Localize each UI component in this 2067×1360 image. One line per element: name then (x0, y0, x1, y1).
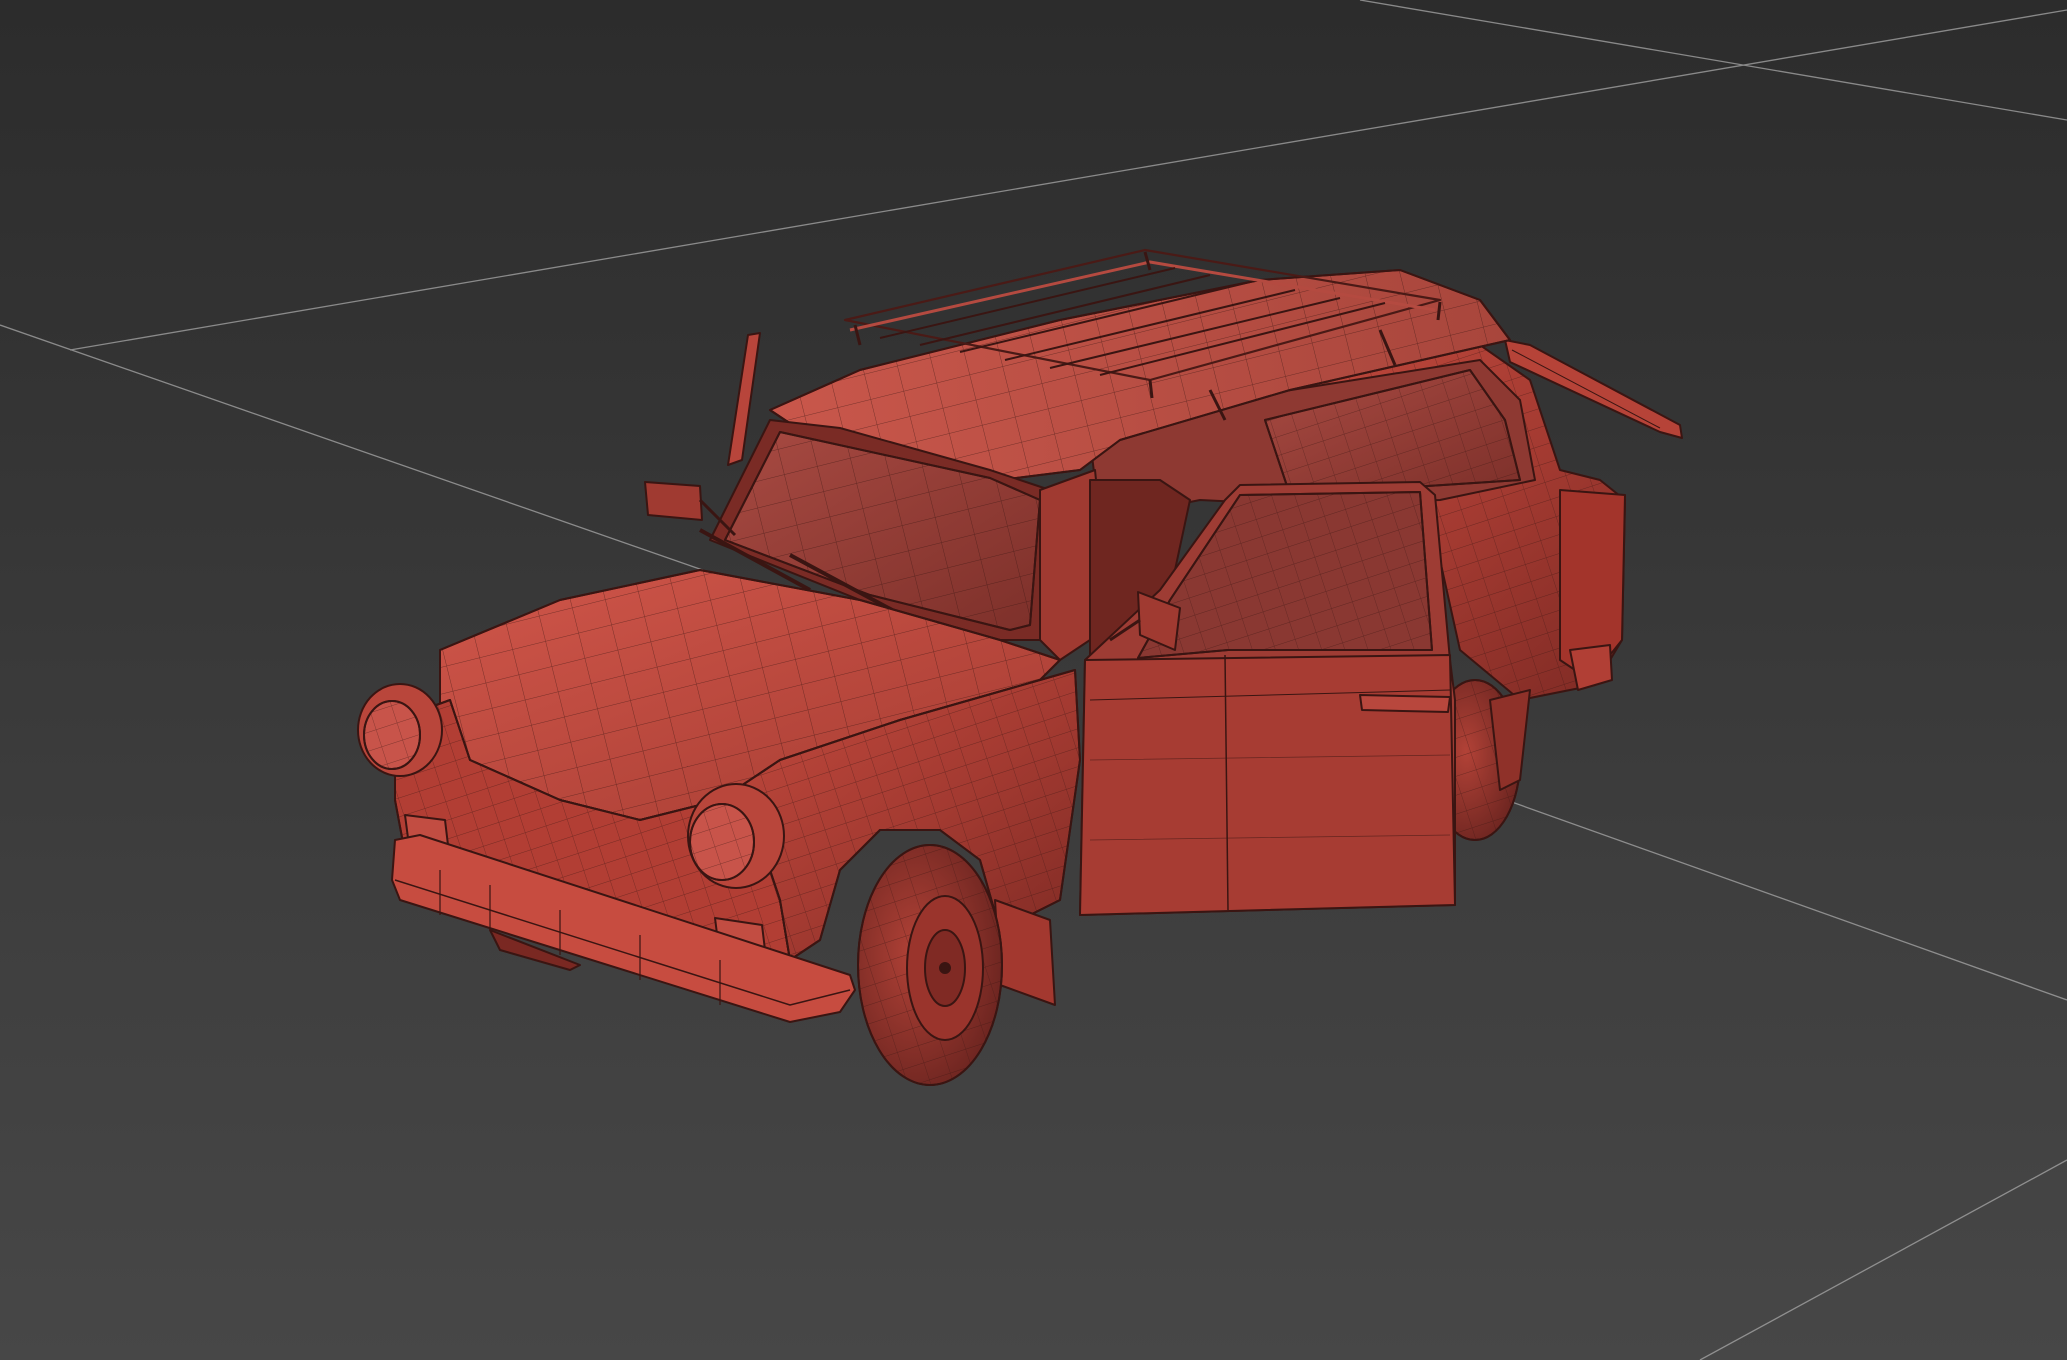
antenna[interactable] (727, 332, 761, 466)
front-wheel (857, 844, 1003, 1086)
headlight-right (687, 783, 785, 889)
door-handle (1359, 694, 1451, 713)
headlight-left (357, 683, 443, 777)
viewport-canvas[interactable] (0, 0, 2067, 1360)
car-model[interactable] (357, 248, 1683, 1086)
3d-viewport[interactable] (0, 0, 2067, 1360)
